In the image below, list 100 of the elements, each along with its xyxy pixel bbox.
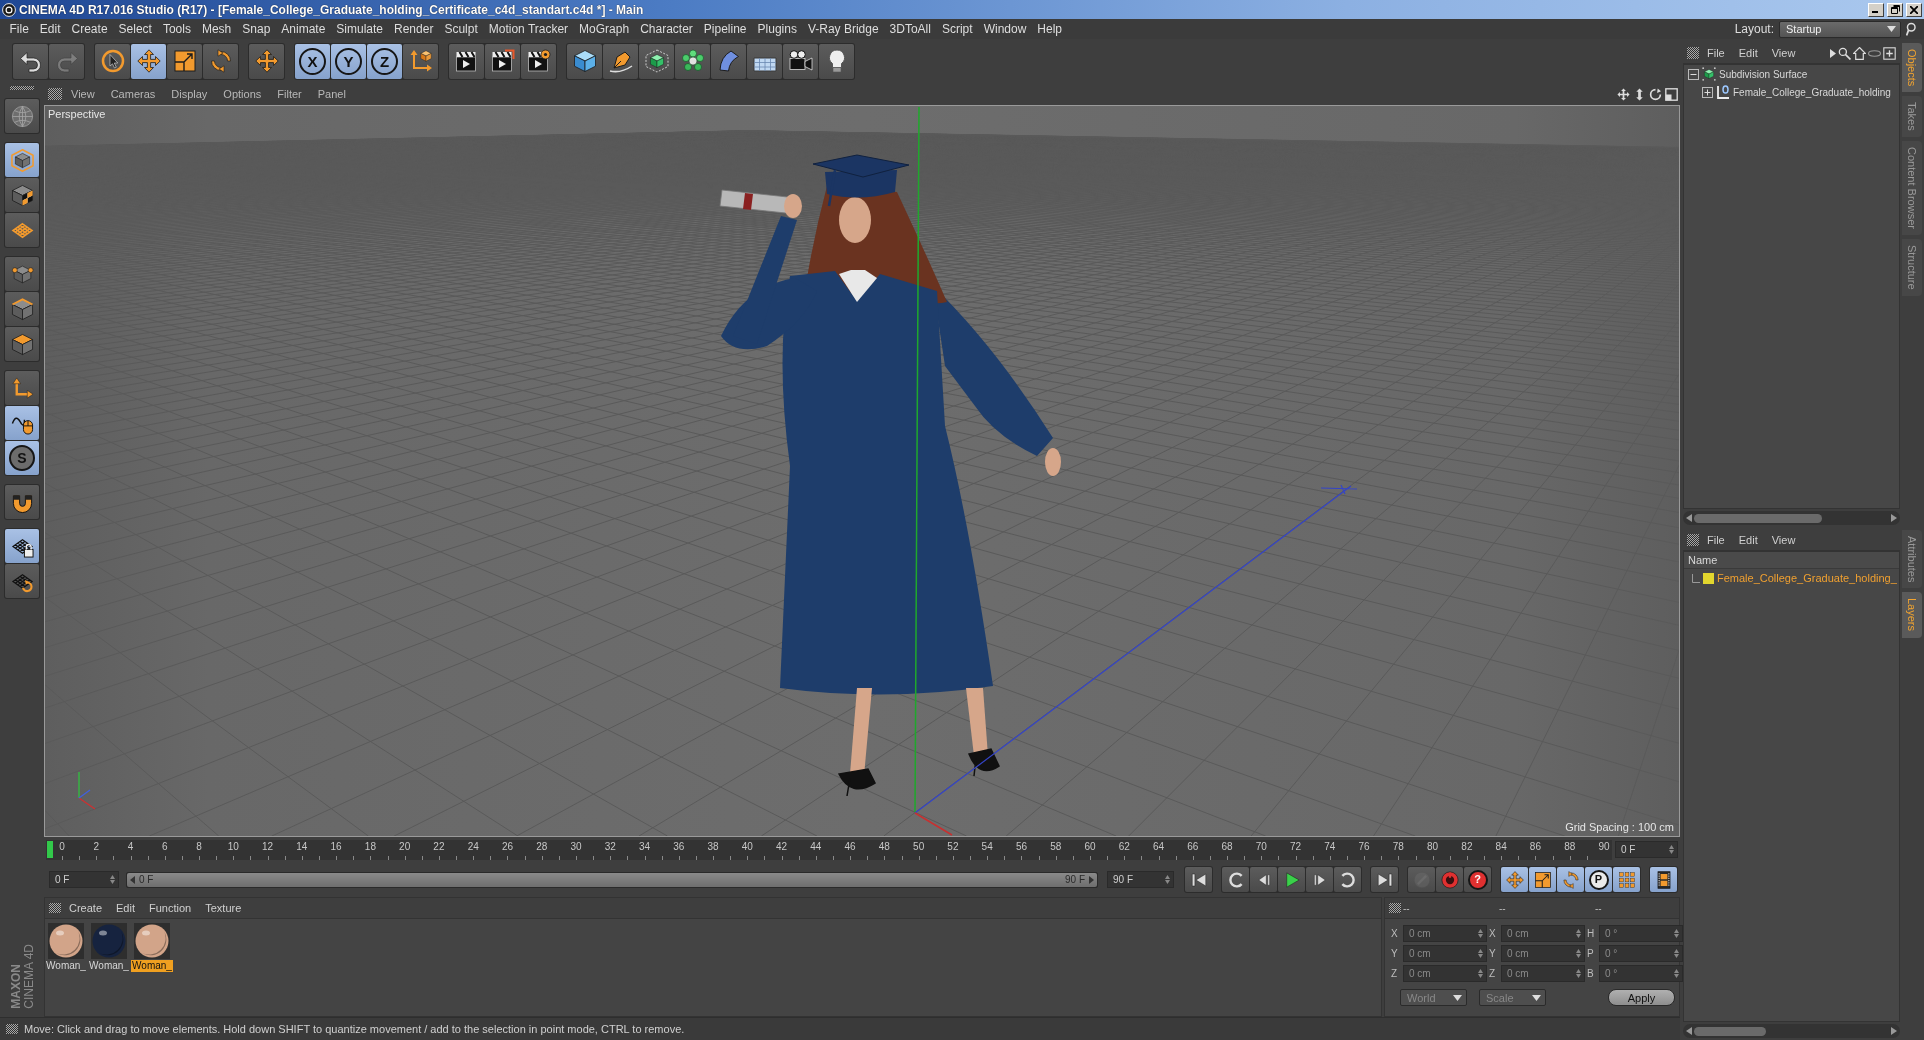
y-axis-button[interactable]: Y [331, 43, 366, 79]
texture-mode-button[interactable] [5, 178, 39, 212]
menu-item[interactable]: Select [113, 22, 158, 36]
menu-item[interactable]: Tools [157, 22, 197, 36]
material-name[interactable]: Woman_ [45, 960, 87, 972]
3d-viewport[interactable]: Perspective Grid Spacing : 100 cm [44, 105, 1680, 837]
undo-button[interactable] [13, 43, 48, 79]
viewport-menu-item[interactable]: Panel [310, 88, 353, 100]
coordinate-field[interactable]: 0 ° [1599, 965, 1683, 982]
material-sphere-icon[interactable] [48, 923, 84, 959]
next-frame-button[interactable] [1306, 867, 1333, 892]
menu-item[interactable]: Pipeline [698, 22, 753, 36]
add-panel-icon[interactable] [1883, 46, 1896, 60]
pen-button[interactable] [603, 43, 638, 79]
grip-icon[interactable] [49, 903, 61, 913]
subdivision-button[interactable] [639, 43, 674, 79]
viewport-menu-item[interactable]: Display [164, 88, 215, 100]
material-name[interactable]: Woman_ [131, 960, 173, 972]
key-selection-button[interactable]: ? [1464, 867, 1491, 892]
coordinate-field[interactable]: 0 cm [1403, 925, 1487, 942]
render-button[interactable] [485, 43, 520, 79]
material-menu-item[interactable]: Create [63, 902, 109, 914]
point-level-button[interactable] [1613, 867, 1640, 892]
timeline-button[interactable] [1650, 867, 1677, 892]
layer-menu-item[interactable]: View [1765, 534, 1802, 546]
viewport-menu-item[interactable]: Filter [270, 88, 309, 100]
horizontal-scrollbar[interactable] [1683, 511, 1900, 525]
apply-button[interactable]: Apply [1608, 989, 1675, 1006]
tweak-mode-button[interactable] [5, 406, 39, 440]
expand-box-icon[interactable] [1702, 86, 1713, 98]
workplane-mode-button[interactable] [5, 213, 39, 247]
object-name[interactable]: Female_College_Graduate_holding [1733, 86, 1891, 98]
material-menu-item[interactable]: Texture [199, 902, 248, 914]
grip-icon[interactable] [1687, 534, 1699, 546]
menu-item[interactable]: Plugins [752, 22, 803, 36]
layer-color-icon[interactable] [1703, 572, 1714, 584]
grip-icon[interactable] [6, 1024, 18, 1034]
viewport-menu-item[interactable]: View [64, 88, 102, 100]
minimize-button[interactable] [1868, 2, 1884, 17]
scale-tool-button[interactable] [167, 43, 202, 79]
search-icon[interactable] [1838, 46, 1851, 60]
edges-mode-button[interactable] [5, 292, 39, 326]
menu-item[interactable]: Edit [34, 22, 67, 36]
menu-item[interactable]: Motion Tracker [483, 22, 574, 36]
menu-item[interactable]: Character [634, 22, 699, 36]
material-sphere-icon[interactable] [91, 923, 127, 959]
coordinate-field[interactable]: 0 cm [1403, 945, 1487, 962]
end-frame-field[interactable]: 90 F [1107, 871, 1174, 888]
menu-item[interactable]: File [4, 22, 35, 36]
menu-item[interactable]: Window [978, 22, 1032, 36]
grip-icon[interactable] [10, 86, 34, 90]
gowned-figure-drawing[interactable] [719, 154, 1061, 797]
current-frame-field[interactable]: 0 F [1615, 841, 1678, 858]
make-editable-button[interactable] [5, 99, 39, 133]
viewport-menu-item[interactable]: Cameras [103, 88, 163, 100]
menu-item[interactable]: Simulate [330, 22, 389, 36]
play-button[interactable] [1278, 867, 1305, 892]
restore-button[interactable] [1887, 2, 1903, 17]
home-icon[interactable] [1853, 46, 1866, 60]
object-name[interactable]: Subdivision Surface [1719, 68, 1808, 80]
coordinate-field[interactable]: 0 ° [1599, 925, 1683, 942]
menu-item[interactable]: Help [1031, 22, 1068, 36]
four-arrows-icon[interactable] [1617, 87, 1630, 101]
rotate-tool-button[interactable] [203, 43, 238, 79]
horizontal-scrollbar[interactable] [1683, 1024, 1900, 1038]
previous-key-button[interactable] [1222, 867, 1249, 892]
grip-icon[interactable] [48, 88, 62, 100]
solo-button[interactable]: S [5, 441, 39, 475]
grip-icon[interactable] [1389, 903, 1401, 913]
selection-tool-button[interactable] [95, 43, 130, 79]
floor-button[interactable] [747, 43, 782, 79]
timeline-ruler[interactable]: 0 2 4 6 8 10 12 14 16 18 20 22 24 26 28 30 32 34 36 38 40 42 44 46 48 50 52 54 56 58 60 62 64 66 68 70 72 74 76 78 80 82 84 86 88 90 [46, 839, 1612, 860]
menu-item[interactable]: Snap [236, 22, 276, 36]
lock-workplane-button[interactable] [5, 529, 39, 563]
collapse-box-icon[interactable] [1688, 68, 1699, 80]
points-mode-button[interactable] [5, 257, 39, 291]
orbit-icon[interactable] [1649, 87, 1662, 101]
object-menu-item[interactable]: File [1701, 47, 1731, 59]
camera-button[interactable] [783, 43, 818, 79]
maximize-icon[interactable] [1665, 87, 1678, 101]
object-menu-item[interactable]: Edit [1732, 47, 1764, 59]
z-axis-button[interactable]: Z [367, 43, 402, 79]
cube-button[interactable] [567, 43, 602, 79]
material-name[interactable]: Woman_ [88, 960, 130, 972]
coordinate-field[interactable]: 0 cm [1501, 945, 1585, 962]
parameter-key-button[interactable]: P [1585, 867, 1612, 892]
close-button[interactable] [1906, 2, 1922, 17]
coordinate-field[interactable]: 0 cm [1403, 965, 1487, 982]
start-frame-field[interactable]: 0 F [49, 871, 119, 888]
move-tool-button[interactable] [131, 43, 166, 79]
material-menu-item[interactable]: Function [143, 902, 198, 914]
layer-name[interactable]: Female_College_Graduate_holding_ [1717, 572, 1897, 584]
x-axis-button[interactable]: X [295, 43, 330, 79]
snap-button[interactable] [5, 485, 39, 519]
menu-item[interactable]: Render [388, 22, 439, 36]
menu-item[interactable]: 3DToAll [884, 22, 937, 36]
material-sphere-icon[interactable] [134, 923, 170, 959]
coordinate-field[interactable]: 0 cm [1501, 965, 1585, 982]
planar-workplane-button[interactable] [5, 564, 39, 598]
axis-mode-button[interactable] [5, 371, 39, 405]
